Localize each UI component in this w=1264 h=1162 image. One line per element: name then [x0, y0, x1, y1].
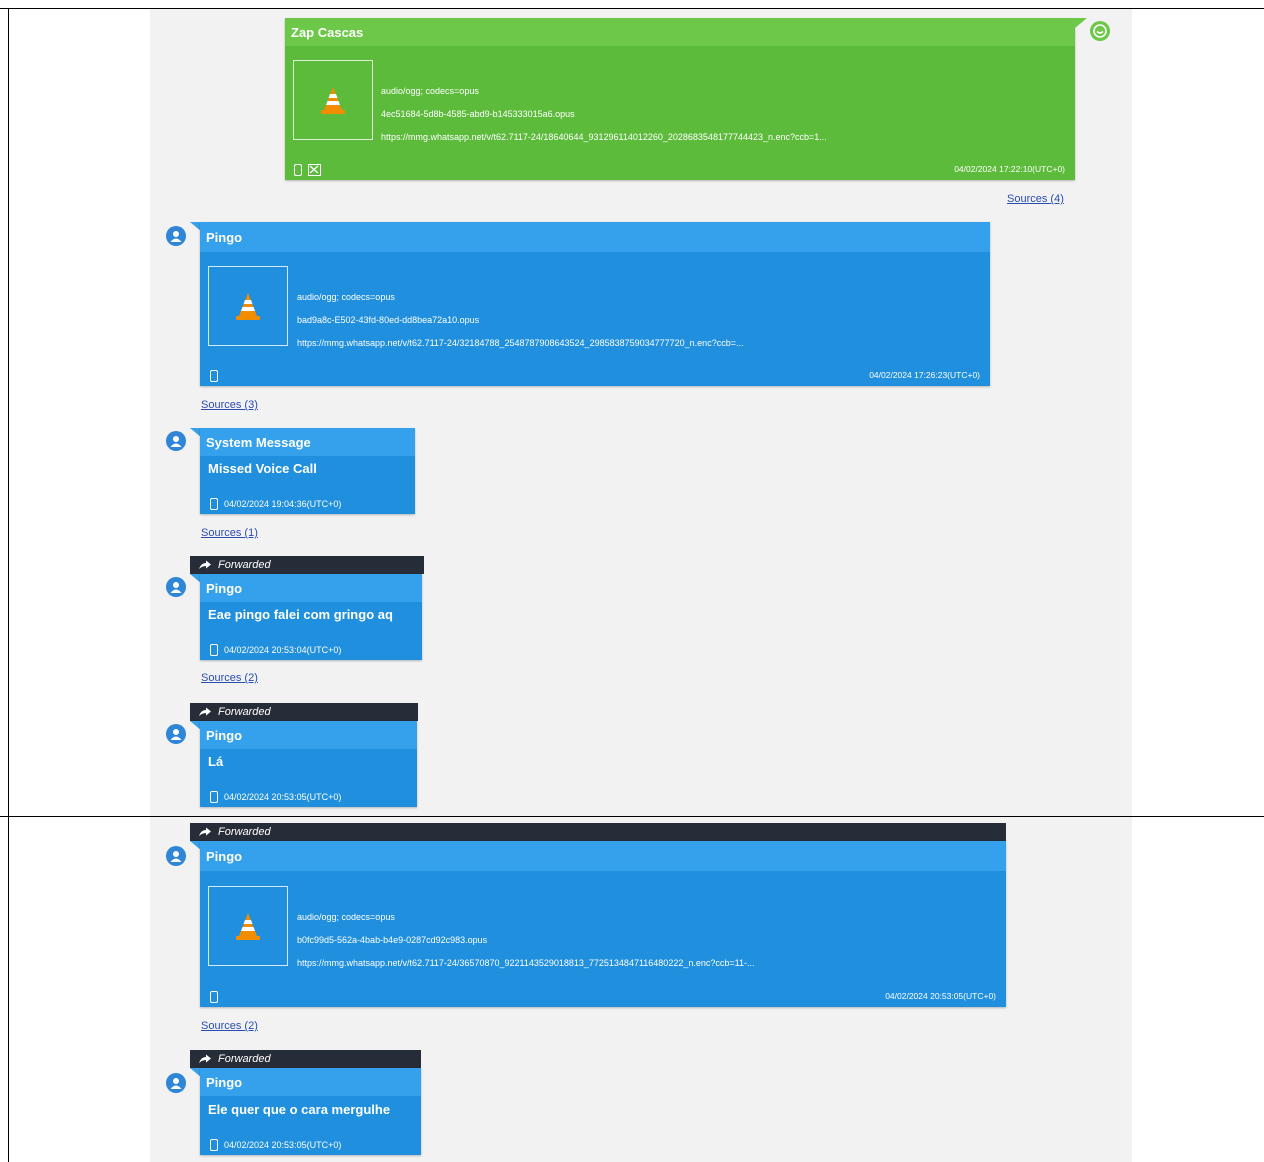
sources-link[interactable]: Sources (2) [201, 1020, 258, 1032]
mailbox-icon [308, 164, 321, 176]
user-avatar-icon [166, 431, 186, 451]
message-timestamp: 04/02/2024 20:53:04(UTC+0) [224, 645, 342, 655]
sources-link[interactable]: Sources (1) [201, 527, 258, 539]
audio-thumbnail[interactable] [208, 266, 288, 346]
attachment-filename[interactable]: b0fc99d5-562a-4bab-b4e9-0287cd92c983.opu… [297, 929, 997, 952]
attachment-info: audio/ogg; codecs=opus 4ec51684-5d8b-458… [381, 80, 1067, 149]
phone-icon [294, 164, 302, 176]
vlc-cone-icon [236, 913, 260, 940]
status-ok-icon [1090, 21, 1110, 41]
message-sender: Pingo [200, 574, 422, 602]
forwarded-bar: Forwarded [190, 556, 424, 574]
forwarded-label: Forwarded [218, 559, 271, 571]
message-sender: Pingo [200, 841, 1006, 871]
message-footer [210, 370, 218, 382]
message-timestamp: 04/02/2024 20:53:05(UTC+0) [224, 1140, 342, 1150]
attachment-url[interactable]: https://mmg.whatsapp.net/v/t62.7117-24/3… [297, 332, 982, 355]
user-avatar-icon [166, 724, 186, 744]
message-sender: System Message [200, 428, 415, 456]
bubble-tail [1075, 18, 1087, 28]
sources-link[interactable]: Sources (3) [201, 399, 258, 411]
phone-icon [210, 991, 218, 1003]
phone-icon [210, 1139, 218, 1151]
phone-icon [210, 644, 218, 656]
forwarded-label: Forwarded [218, 706, 271, 718]
vlc-cone-icon [236, 293, 260, 320]
attachment-mime: audio/ogg; codecs=opus [297, 292, 395, 302]
message-footer [210, 991, 218, 1003]
message-timestamp: 04/02/2024 17:22:10(UTC+0) [954, 164, 1065, 174]
message-text: Missed Voice Call [208, 461, 317, 476]
message-footer [294, 164, 321, 176]
forwarded-label: Forwarded [218, 1053, 271, 1065]
table-border-left [8, 8, 9, 1162]
attachment-url[interactable]: https://mmg.whatsapp.net/v/t62.7117-24/3… [297, 952, 997, 975]
vlc-cone-icon [321, 87, 345, 114]
forwarded-bar: Forwarded [190, 703, 418, 721]
message-text: Lá [208, 754, 224, 769]
message-incoming-text[interactable]: Pingo Ele quer que o cara mergulhe 04/02… [200, 1068, 421, 1155]
message-sender: Pingo [200, 222, 990, 252]
audio-thumbnail[interactable] [208, 886, 288, 966]
sources-link[interactable]: Sources (4) [1007, 193, 1064, 205]
forward-arrow-icon [199, 707, 211, 716]
attachment-info: audio/ogg; codecs=opus bad9a8c-E502-43fd… [297, 286, 982, 355]
message-footer: 04/02/2024 20:53:04(UTC+0) [210, 644, 341, 656]
attachment-filename[interactable]: 4ec51684-5d8b-4585-abd9-b145333015a6.opu… [381, 103, 1067, 126]
message-incoming-text[interactable]: Pingo Eae pingo falei com gringo aq 04/0… [200, 574, 422, 660]
attachment-url[interactable]: https://mmg.whatsapp.net/v/t62.7117-24/1… [381, 126, 1067, 149]
attachment-info: audio/ogg; codecs=opus b0fc99d5-562a-4ba… [297, 906, 997, 975]
message-timestamp: 04/02/2024 19:04:36(UTC+0) [224, 499, 342, 509]
message-text: Eae pingo falei com gringo aq [208, 607, 393, 622]
message-sender: Pingo [200, 1068, 421, 1096]
phone-icon [210, 370, 218, 382]
message-incoming-audio[interactable]: Pingo audio/ogg; codecs=opus b0fc99d5-56… [200, 841, 1006, 1007]
message-timestamp: 04/02/2024 20:53:05(UTC+0) [885, 991, 996, 1001]
message-sender: Pingo [200, 721, 417, 749]
message-text: Ele quer que o cara mergulhe [208, 1102, 391, 1117]
user-avatar-icon [166, 1073, 186, 1093]
message-incoming-audio[interactable]: Pingo audio/ogg; codecs=opus bad9a8c-E50… [200, 222, 990, 386]
phone-icon [210, 498, 218, 510]
user-avatar-icon [166, 846, 186, 866]
forward-arrow-icon [199, 1054, 211, 1063]
forwarded-bar: Forwarded [190, 823, 1006, 841]
user-avatar-icon [166, 226, 186, 246]
forward-arrow-icon [199, 560, 211, 569]
attachment-mime: audio/ogg; codecs=opus [381, 86, 479, 96]
forwarded-bar: Forwarded [190, 1050, 421, 1068]
message-sender: Zap Cascas [285, 18, 1075, 46]
message-system[interactable]: System Message Missed Voice Call 04/02/2… [200, 428, 415, 514]
message-outgoing-audio[interactable]: Zap Cascas audio/ogg; codecs=opus 4ec516… [285, 18, 1075, 180]
message-footer: 04/02/2024 20:53:05(UTC+0) [210, 791, 341, 803]
attachment-filename[interactable]: bad9a8c-E502-43fd-80ed-dd8bea72a10.opus [297, 309, 982, 332]
message-timestamp: 04/02/2024 17:26:23(UTC+0) [869, 370, 980, 380]
message-timestamp: 04/02/2024 20:53:05(UTC+0) [224, 792, 342, 802]
attachment-mime: audio/ogg; codecs=opus [297, 912, 395, 922]
forwarded-label: Forwarded [218, 826, 271, 838]
forward-arrow-icon [199, 827, 211, 836]
phone-icon [210, 791, 218, 803]
audio-thumbnail[interactable] [293, 60, 373, 140]
user-avatar-icon [166, 577, 186, 597]
message-incoming-text[interactable]: Pingo Lá 04/02/2024 20:53:05(UTC+0) [200, 721, 417, 807]
sources-link[interactable]: Sources (2) [201, 672, 258, 684]
message-footer: 04/02/2024 20:53:05(UTC+0) [210, 1139, 341, 1151]
message-footer: 04/02/2024 19:04:36(UTC+0) [210, 498, 341, 510]
